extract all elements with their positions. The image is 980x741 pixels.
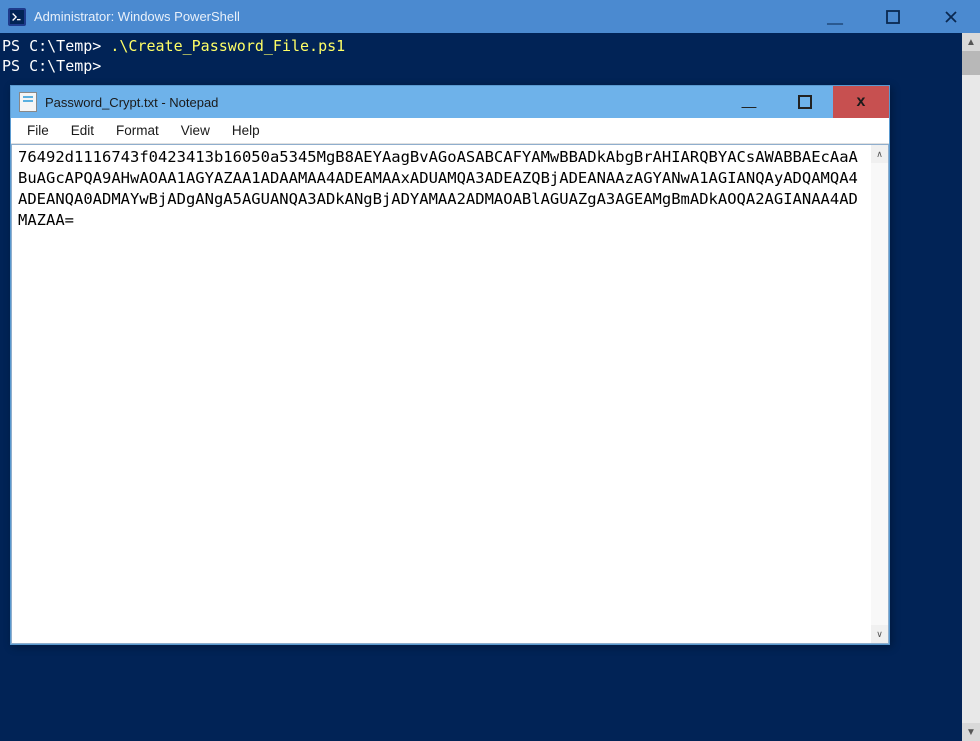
powershell-titlebar[interactable]: Administrator: Windows PowerShell _ [0,0,980,33]
notepad-menubar: File Edit Format View Help [11,118,889,144]
menu-view[interactable]: View [171,121,220,140]
minimize-button[interactable]: _ [721,86,777,118]
powershell-terminal-content[interactable]: PS C:\Temp> .\Create_Password_File.ps1 P… [0,33,980,80]
powershell-window-controls: _ [806,0,980,33]
scroll-up-icon[interactable]: ∧ [871,145,888,163]
scroll-down-icon[interactable]: ∨ [871,625,888,643]
scroll-track[interactable] [871,163,888,625]
menu-help[interactable]: Help [222,121,270,140]
command-text: .\Create_Password_File.ps1 [110,37,345,55]
notepad-icon [19,92,37,112]
prompt: PS C:\Temp> [2,57,101,75]
notepad-title: Password_Crypt.txt - Notepad [45,95,218,110]
close-button[interactable] [922,0,980,33]
minimize-button[interactable]: _ [806,0,864,33]
terminal-line: PS C:\Temp> [2,57,978,77]
powershell-icon [8,8,26,26]
scroll-thumb[interactable] [962,51,980,75]
maximize-button[interactable] [777,86,833,118]
notepad-scrollbar[interactable]: ∧ ∨ [871,144,889,644]
notepad-window: Password_Crypt.txt - Notepad _ x File Ed… [10,85,890,645]
scroll-down-icon[interactable]: ▼ [962,723,980,741]
menu-edit[interactable]: Edit [61,121,104,140]
scroll-up-icon[interactable]: ▲ [962,33,980,51]
powershell-scrollbar[interactable]: ▲ ▼ [962,33,980,741]
close-button[interactable]: x [833,86,889,118]
notepad-title-left: Password_Crypt.txt - Notepad [11,92,218,112]
menu-file[interactable]: File [17,121,59,140]
notepad-window-controls: _ x [721,86,889,118]
menu-format[interactable]: Format [106,121,169,140]
powershell-title: Administrator: Windows PowerShell [34,9,240,24]
maximize-button[interactable] [864,0,922,33]
prompt: PS C:\Temp> [2,37,110,55]
powershell-title-left: Administrator: Windows PowerShell [0,8,240,26]
notepad-titlebar[interactable]: Password_Crypt.txt - Notepad _ x [11,86,889,118]
notepad-text-area[interactable]: 76492d1116743f0423413b16050a5345MgB8AEYA… [11,144,871,644]
terminal-line: PS C:\Temp> .\Create_Password_File.ps1 [2,37,978,57]
notepad-content-wrapper: 76492d1116743f0423413b16050a5345MgB8AEYA… [11,144,889,644]
scroll-track[interactable] [962,51,980,723]
